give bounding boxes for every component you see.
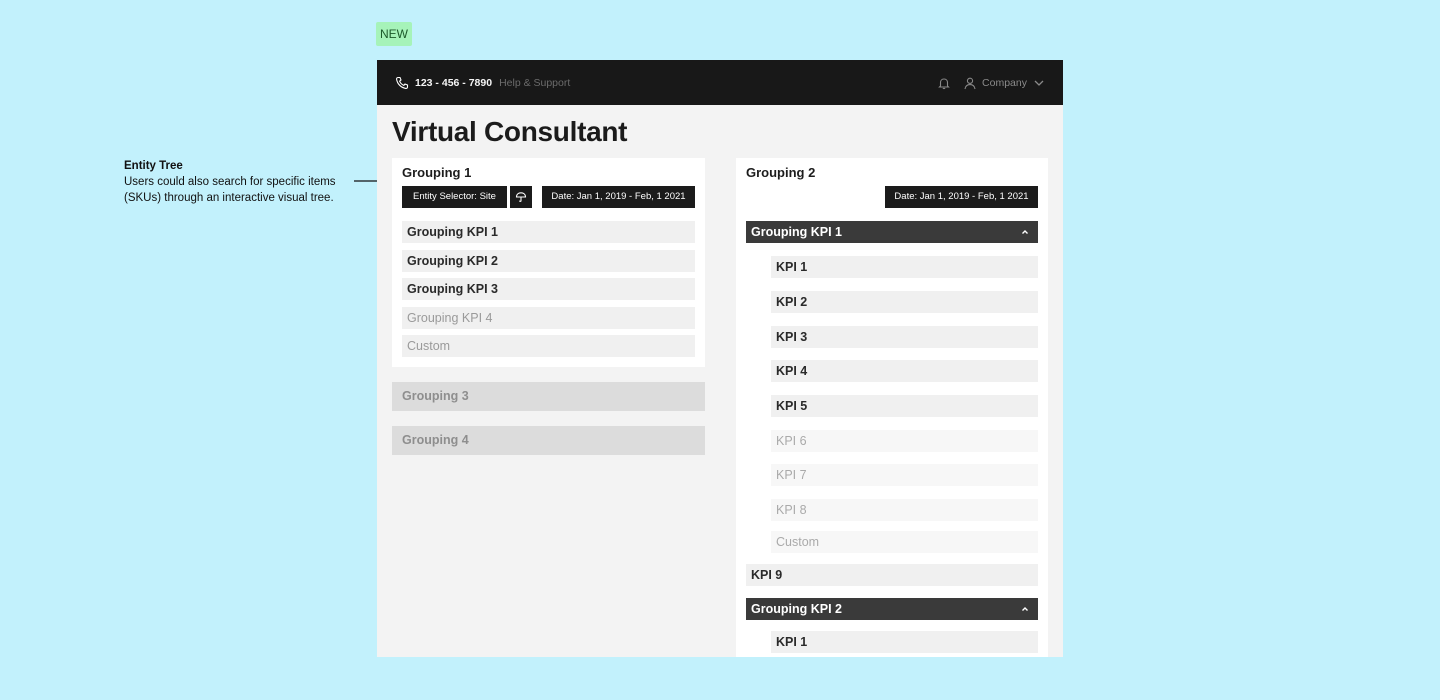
grouping-kpi-2-header[interactable]: Grouping KPI 2	[746, 598, 1038, 620]
kpi-4-item[interactable]: KPI 4	[771, 360, 1038, 382]
kpi-9-item[interactable]: KPI 9	[746, 564, 1038, 586]
grouping-kpi-4-item[interactable]: Grouping KPI 4	[402, 307, 695, 329]
date-range-button[interactable]: Date: Jan 1, 2019 - Feb, 1 2021	[885, 186, 1038, 208]
kpi-7-item[interactable]: KPI 7	[771, 464, 1038, 486]
grouping-kpi-2-label: Grouping KPI 2	[751, 602, 842, 616]
grouping-kpi-1-header[interactable]: Grouping KPI 1	[746, 221, 1038, 243]
grouping-kpi-3-item[interactable]: Grouping KPI 3	[402, 278, 695, 300]
user-icon	[964, 77, 976, 89]
chevron-up-icon[interactable]	[1020, 227, 1030, 237]
date-range-button[interactable]: Date: Jan 1, 2019 - Feb, 1 2021	[542, 186, 695, 208]
custom-item[interactable]: Custom	[402, 335, 695, 357]
new-badge: NEW	[376, 22, 412, 46]
grouping-4-bar[interactable]: Grouping 4	[392, 426, 705, 455]
grouping-1-panel: Grouping 1 Entity Selector: Site Date: J…	[392, 158, 705, 367]
grouping-kpi-2-item[interactable]: Grouping KPI 2	[402, 250, 695, 272]
annotation-title: Entity Tree	[124, 160, 183, 172]
top-bar: 123 - 456 - 7890 Help & Support Company	[377, 60, 1063, 105]
kpi-1-item[interactable]: KPI 1	[771, 256, 1038, 278]
chevron-up-icon[interactable]	[1020, 604, 1030, 614]
grouping-2-panel: Grouping 2 Date: Jan 1, 2019 - Feb, 1 20…	[736, 158, 1048, 657]
kpi-5-item[interactable]: KPI 5	[771, 395, 1038, 417]
grouping-kpi-1-label: Grouping KPI 1	[751, 225, 842, 239]
kpi-1-item[interactable]: KPI 1	[771, 631, 1038, 653]
app-window: 123 - 456 - 7890 Help & Support Company …	[377, 60, 1063, 657]
umbrella-icon	[515, 192, 527, 202]
help-support-link[interactable]: Help & Support	[499, 77, 570, 89]
grouping-3-bar[interactable]: Grouping 3	[392, 382, 705, 411]
bell-icon[interactable]	[937, 76, 951, 90]
custom-item[interactable]: Custom	[771, 531, 1038, 553]
grouping-kpi-1-item[interactable]: Grouping KPI 1	[402, 221, 695, 243]
company-menu[interactable]: Company	[982, 77, 1027, 89]
entity-tree-button[interactable]	[510, 186, 532, 208]
annotation-text: Users could also search for specific ite…	[124, 176, 336, 204]
kpi-3-item[interactable]: KPI 3	[771, 326, 1038, 348]
annotation-note: Entity Tree Users could also search for …	[124, 158, 352, 206]
page-title: Virtual Consultant	[392, 116, 628, 147]
kpi-2-item[interactable]: KPI 2	[771, 291, 1038, 313]
chevron-down-icon[interactable]	[1033, 77, 1045, 89]
grouping-2-title: Grouping 2	[746, 165, 816, 180]
kpi-6-item[interactable]: KPI 6	[771, 430, 1038, 452]
kpi-8-item[interactable]: KPI 8	[771, 499, 1038, 521]
entity-selector-button[interactable]: Entity Selector: Site	[402, 186, 507, 208]
phone-icon	[396, 76, 409, 89]
grouping-1-title: Grouping 1	[402, 165, 472, 180]
phone-number[interactable]: 123 - 456 - 7890	[415, 77, 492, 89]
